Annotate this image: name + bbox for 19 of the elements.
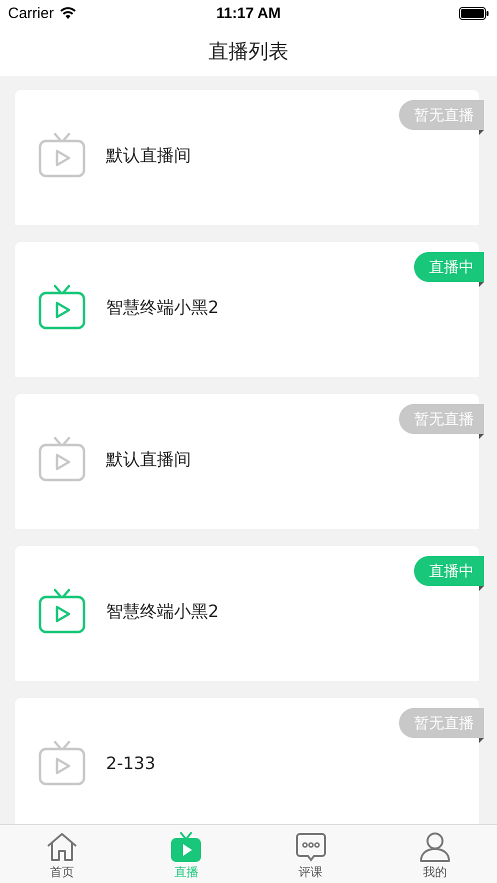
status-badge: 直播中 (414, 252, 484, 282)
person-icon (420, 832, 450, 862)
room-name: 智慧终端小黑2 (106, 601, 219, 623)
room-name: 默认直播间 (106, 449, 191, 471)
tab-item[interactable]: 评课 (248, 825, 373, 883)
home-icon (46, 832, 78, 862)
battery-icon (459, 6, 490, 20)
room-name: 2-133 (106, 752, 156, 774)
wifi-icon (60, 7, 76, 19)
clock-time: 11:17 AM (216, 4, 281, 22)
tv-play-icon (171, 832, 202, 862)
status-badge: 直播中 (414, 556, 484, 586)
carrier-label: Carrier (8, 4, 54, 22)
room-name: 智慧终端小黑2 (106, 297, 219, 319)
room-name: 默认直播间 (106, 145, 191, 167)
tab-item[interactable]: 首页 (0, 825, 124, 883)
tab-item[interactable]: 我的 (372, 825, 497, 883)
chat-bubble-icon (296, 832, 326, 862)
page-title: 直播列表 (208, 38, 288, 64)
